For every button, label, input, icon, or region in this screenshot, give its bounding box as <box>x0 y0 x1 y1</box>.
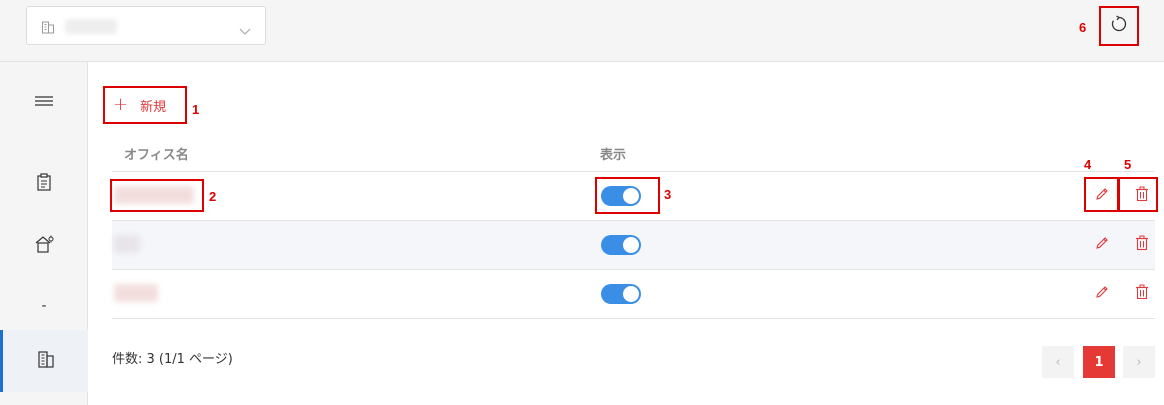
building-icon <box>41 19 55 38</box>
clipboard-icon <box>36 173 52 195</box>
sidebar-item-office[interactable] <box>0 330 88 392</box>
delete-button[interactable] <box>1130 233 1154 257</box>
annotation-box-3 <box>595 177 660 214</box>
add-office-button[interactable]: + 新規 <box>103 86 187 124</box>
office-name <box>114 284 158 302</box>
plus-icon: + <box>113 94 129 115</box>
next-page-button[interactable]: › <box>1123 346 1155 378</box>
office-select[interactable] <box>26 6 266 45</box>
prev-page-button[interactable]: ‹ <box>1042 346 1074 378</box>
sidebar-item-clipboard[interactable] <box>0 164 88 204</box>
edit-button[interactable] <box>1090 282 1114 306</box>
main-content: + 新規 1 オフィス名 表示 2 3 4 5 件数: 3 (1/1 ページ) … <box>88 62 1164 405</box>
pencil-icon <box>1094 235 1110 255</box>
page-button-current[interactable]: 1 <box>1083 346 1115 378</box>
edit-button[interactable] <box>1090 184 1114 208</box>
table-row <box>110 172 1158 220</box>
delete-button[interactable] <box>1130 184 1154 208</box>
table-divider <box>112 318 1155 319</box>
edit-button[interactable] <box>1090 233 1114 257</box>
trash-icon <box>1135 186 1149 206</box>
record-count: 件数: 3 (1/1 ページ) <box>112 352 233 367</box>
annotation-6: 6 <box>1079 20 1087 35</box>
trash-icon <box>1135 284 1149 304</box>
annotation-1: 1 <box>192 102 200 117</box>
annotation-4: 4 <box>1084 157 1092 172</box>
menu-icon <box>35 91 53 110</box>
annotation-3: 3 <box>664 187 672 202</box>
sidebar: - <box>0 62 88 405</box>
delete-button[interactable] <box>1130 282 1154 306</box>
annotation-box-2 <box>110 179 204 212</box>
refresh-icon <box>1110 15 1128 37</box>
sidebar-item-dash[interactable]: - <box>0 286 88 326</box>
pencil-icon <box>1094 284 1110 304</box>
top-bar: 6 <box>0 0 1164 62</box>
column-header-office-name: オフィス名 <box>124 148 189 163</box>
office-name <box>114 235 140 253</box>
sidebar-dash-label: - <box>41 298 47 314</box>
annotation-5: 5 <box>1124 157 1132 172</box>
visibility-toggle[interactable] <box>601 235 641 255</box>
trash-icon <box>1135 235 1149 255</box>
house-settings-icon <box>34 235 54 257</box>
visibility-toggle[interactable] <box>601 284 641 304</box>
table-row <box>112 221 1155 269</box>
office-select-value <box>65 19 117 34</box>
refresh-button[interactable] <box>1099 6 1139 46</box>
building-icon <box>37 350 55 372</box>
column-header-visible: 表示 <box>600 148 627 163</box>
chevron-down-icon <box>239 21 251 40</box>
pencil-icon <box>1094 186 1110 206</box>
annotation-2: 2 <box>209 189 217 204</box>
sidebar-menu-toggle[interactable] <box>0 80 88 120</box>
sidebar-item-house-settings[interactable] <box>0 226 88 266</box>
add-button-label: 新規 <box>140 99 167 115</box>
table-row <box>112 270 1155 318</box>
